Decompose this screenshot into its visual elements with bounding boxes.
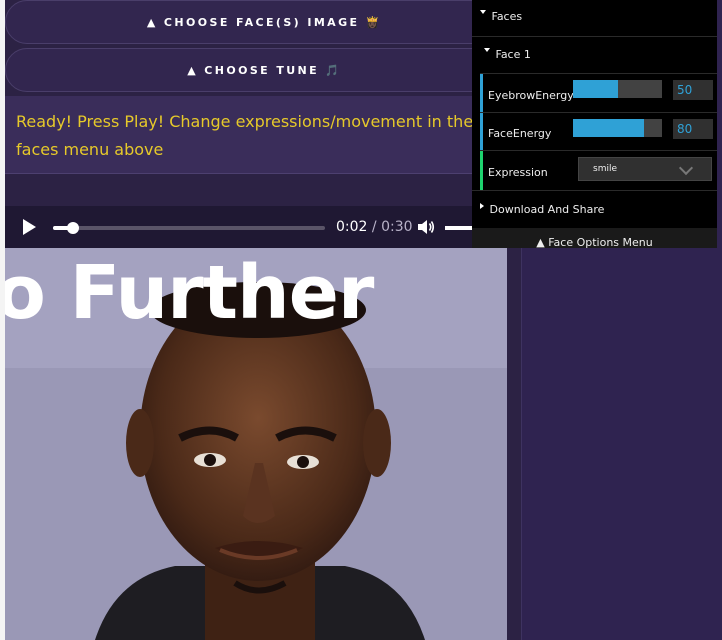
- face-options-menu: Faces Face 1 EyebrowEnergy 50 FaceEnergy…: [472, 0, 717, 249]
- eyebrow-energy-row: EyebrowEnergy 50: [480, 74, 717, 112]
- seek-bar[interactable]: [53, 222, 325, 234]
- faces-folder[interactable]: Faces: [472, 0, 717, 36]
- face-energy-fill: [573, 119, 645, 137]
- duration: 0:30: [381, 219, 413, 235]
- status-message: Ready! Press Play! Change expressions/mo…: [5, 96, 521, 174]
- seek-handle[interactable]: [67, 222, 80, 234]
- expression-label: Expression: [488, 166, 548, 179]
- face-photo: o Further: [5, 248, 507, 640]
- current-time: 0:02: [336, 219, 368, 235]
- eyebrow-energy-label: EyebrowEnergy: [488, 89, 574, 102]
- volume-icon[interactable]: [417, 219, 435, 235]
- choose-tune-button[interactable]: ▲ CHOOSE TUNE 🎵: [5, 48, 521, 92]
- main-panel: ▲ CHOOSE FACE(S) IMAGE 👸🏿 ▲ CHOOSE TUNE …: [5, 0, 521, 640]
- time-display: 0:02 / 0:30: [336, 219, 413, 235]
- close-menu-button[interactable]: ▲ Face Options Menu: [472, 228, 717, 249]
- faces-folder-label: Faces: [491, 10, 523, 23]
- expression-row: Expression smile: [480, 151, 717, 190]
- collapse-arrow-icon: [484, 48, 490, 52]
- expression-select[interactable]: smile: [578, 157, 712, 181]
- choose-face-button[interactable]: ▲ CHOOSE FACE(S) IMAGE 👸🏿: [5, 0, 521, 44]
- face-energy-slider[interactable]: [573, 119, 662, 137]
- music-note-icon: 🎵: [325, 63, 339, 77]
- expand-arrow-icon: [480, 203, 484, 209]
- chevron-down-icon: [678, 160, 694, 176]
- expression-value: smile: [593, 164, 617, 174]
- face-energy-label: FaceEnergy: [488, 127, 552, 140]
- face-energy-input[interactable]: 80: [673, 119, 713, 139]
- eyebrow-energy-slider[interactable]: [573, 80, 662, 98]
- choose-tune-label: ▲ CHOOSE TUNE: [187, 63, 320, 77]
- time-separator: /: [371, 219, 377, 235]
- face-emoji-icon: 👸🏿: [365, 15, 380, 29]
- close-menu-label: ▲ Face Options Menu: [536, 236, 653, 249]
- banner-text: o Further: [5, 250, 374, 336]
- face1-folder[interactable]: Face 1: [472, 37, 717, 73]
- download-folder[interactable]: Download And Share: [472, 191, 717, 227]
- eyebrow-energy-input[interactable]: 50: [673, 80, 713, 100]
- audio-player: 0:02 / 0:30: [5, 206, 521, 248]
- face-energy-row: FaceEnergy 80: [480, 113, 717, 150]
- eyebrow-energy-fill: [573, 80, 618, 98]
- collapse-arrow-icon: [480, 10, 486, 14]
- download-label: Download And Share: [489, 203, 605, 216]
- play-icon[interactable]: [23, 219, 36, 235]
- choose-face-label: ▲ CHOOSE FACE(S) IMAGE: [146, 15, 360, 29]
- face1-folder-label: Face 1: [495, 48, 531, 61]
